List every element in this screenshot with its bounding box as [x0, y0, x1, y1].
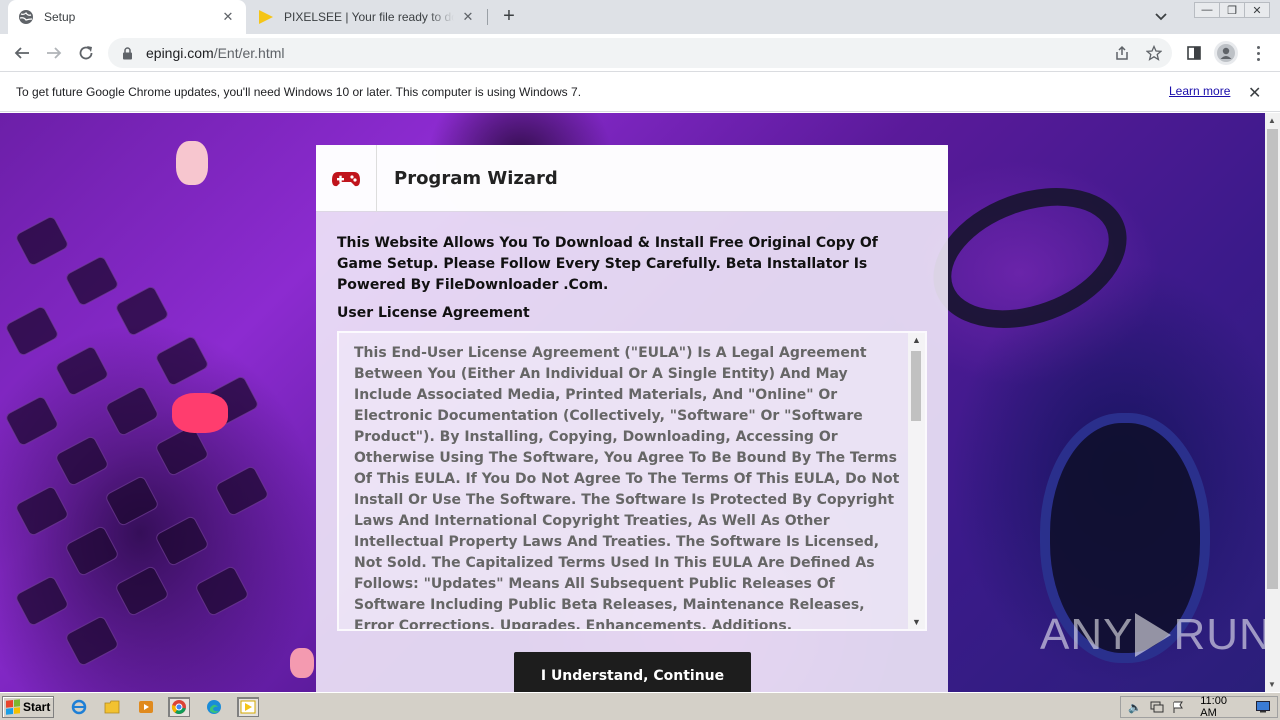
lock-icon[interactable]: [120, 46, 134, 60]
wizard-header: Program Wizard: [316, 145, 948, 212]
infobar-message: To get future Google Chrome updates, you…: [16, 84, 582, 99]
scroll-down-arrow-icon[interactable]: ▼: [912, 617, 921, 627]
system-tray: 🔈 11:00 AM: [1120, 695, 1278, 719]
page-viewport: ANY RUN Program Wizard This Website Allo…: [0, 113, 1265, 692]
tab-title: PIXELSEE | Your file ready to download: [284, 10, 454, 24]
tab-setup[interactable]: Setup ✕: [8, 0, 246, 34]
tab-close-icon[interactable]: ✕: [220, 9, 236, 25]
program-wizard-card: Program Wizard This Website Allows You T…: [316, 145, 948, 692]
tab-search-chevron-icon[interactable]: [1151, 8, 1171, 26]
watermark-play-icon: [1135, 613, 1172, 657]
edge-icon[interactable]: [203, 697, 225, 717]
file-explorer-icon[interactable]: [101, 697, 123, 717]
bookmark-star-icon[interactable]: [1144, 43, 1164, 63]
url-path: /Ent/er.html: [213, 45, 285, 61]
profile-avatar-icon[interactable]: [1214, 41, 1238, 65]
page-scroll-up-arrow-icon[interactable]: ▲: [1268, 116, 1276, 125]
share-icon[interactable]: [1112, 43, 1132, 63]
tab-pixelsee[interactable]: PIXELSEE | Your file ready to download ✕: [248, 0, 486, 34]
scroll-up-arrow-icon[interactable]: ▲: [912, 335, 921, 345]
watermark-left: ANY: [1040, 610, 1134, 659]
background-rock-image: [172, 393, 228, 433]
start-button[interactable]: Start: [2, 696, 54, 718]
gamepad-icon: [316, 145, 377, 212]
address-bar[interactable]: epingi.com/Ent/er.html: [108, 38, 1172, 68]
continue-button[interactable]: I Understand, Continue: [514, 652, 751, 692]
eula-scrollbar[interactable]: ▲ ▼: [908, 333, 925, 629]
globe-icon: [18, 9, 34, 25]
back-arrow-icon[interactable]: [10, 41, 34, 65]
pixelsee-play-icon: [258, 9, 274, 25]
eula-scroll-thumb[interactable]: [911, 351, 921, 421]
anyrun-watermark: ANY RUN: [1040, 610, 1265, 660]
background-rock-image: [176, 141, 208, 185]
browser-toolbar: epingi.com/Ent/er.html: [0, 34, 1280, 72]
action-center-flag-icon[interactable]: [1171, 700, 1187, 714]
show-desktop-icon[interactable]: [1255, 700, 1271, 714]
chrome-taskbar-icon[interactable]: [168, 697, 190, 717]
close-infobar-icon[interactable]: ✕: [1248, 83, 1261, 103]
background-headset-image: [913, 162, 1147, 354]
window-controls: — ❐ ✕: [1194, 2, 1270, 18]
network-icon[interactable]: [1149, 700, 1165, 714]
page-scrollbar[interactable]: ▲ ▼: [1265, 113, 1280, 692]
start-label: Start: [23, 700, 51, 714]
eula-label: User License Agreement: [337, 305, 530, 321]
wizard-intro-text: This Website Allows You To Download & In…: [337, 235, 878, 293]
pixelsee-taskbar-icon[interactable]: [237, 697, 259, 717]
eula-text: This End-User License Agreement ("EULA")…: [354, 345, 900, 631]
watermark-right: RUN: [1173, 610, 1265, 659]
side-panel-icon[interactable]: [1184, 43, 1204, 63]
background-rock-image: [290, 648, 314, 678]
minimize-button[interactable]: —: [1194, 2, 1220, 18]
reload-icon[interactable]: [74, 41, 98, 65]
learn-more-link[interactable]: Learn more: [1169, 84, 1230, 98]
media-player-icon[interactable]: [135, 697, 157, 717]
eula-textarea[interactable]: This End-User License Agreement ("EULA")…: [337, 331, 927, 631]
page-scroll-thumb[interactable]: [1267, 129, 1278, 589]
url-text: epingi.com/Ent/er.html: [146, 45, 285, 61]
new-tab-button[interactable]: +: [498, 6, 520, 28]
tab-strip: Setup ✕ PIXELSEE | Your file ready to do…: [0, 0, 1280, 34]
internet-explorer-icon[interactable]: [68, 697, 90, 717]
page-scroll-down-arrow-icon[interactable]: ▼: [1268, 680, 1276, 689]
volume-icon[interactable]: 🔈: [1127, 700, 1143, 714]
wizard-title: Program Wizard: [394, 168, 558, 189]
url-host: epingi.com: [146, 45, 214, 61]
tab-title: Setup: [44, 10, 76, 24]
restore-button[interactable]: ❐: [1219, 2, 1245, 18]
tab-separator: [487, 9, 488, 25]
taskbar-clock: 11:00 AM: [1200, 695, 1227, 719]
tab-close-icon[interactable]: ✕: [460, 9, 476, 25]
close-window-button[interactable]: ✕: [1244, 2, 1270, 18]
menu-kebab-icon[interactable]: [1250, 42, 1266, 64]
update-infobar: To get future Google Chrome updates, you…: [0, 72, 1280, 112]
forward-arrow-icon[interactable]: [42, 41, 66, 65]
windows-taskbar: Start 🔈 11:00 AM: [0, 692, 1280, 720]
windows-flag-icon: [6, 699, 20, 715]
